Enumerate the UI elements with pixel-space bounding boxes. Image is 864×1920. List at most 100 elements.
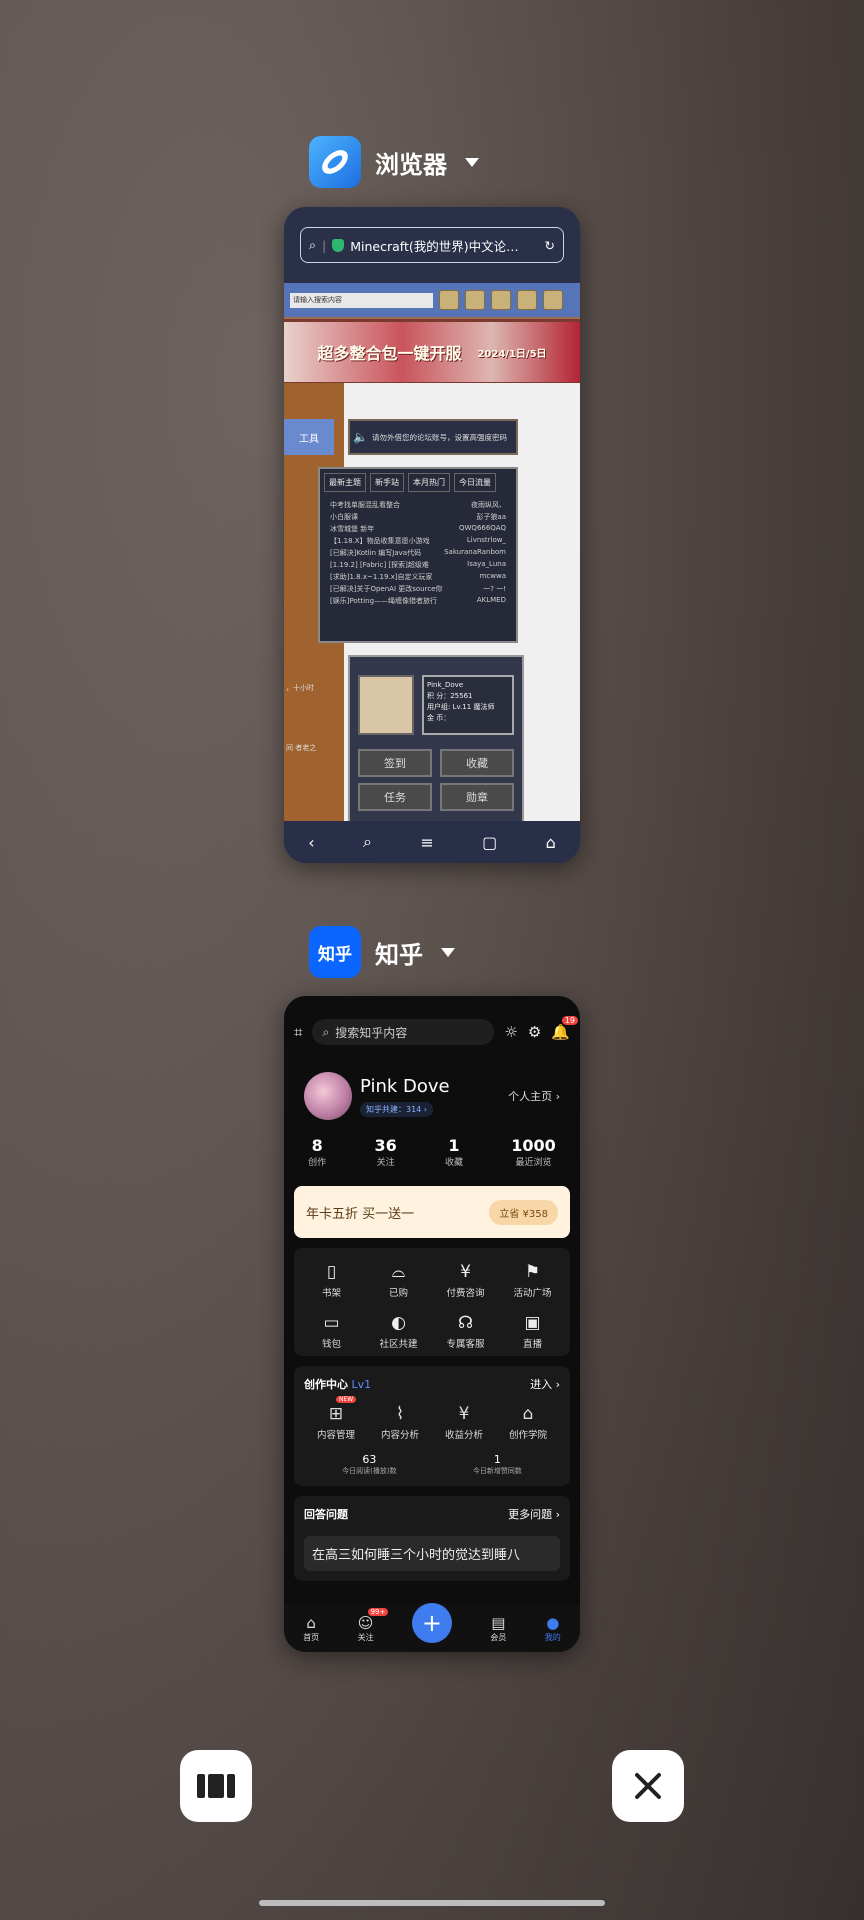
tab-me[interactable]: ● 我的 (545, 1614, 561, 1643)
bag-icon: ⌓ (391, 1262, 406, 1282)
forum-icon[interactable] (491, 290, 511, 310)
homepage-link[interactable]: 个人主页 › (508, 1088, 560, 1104)
browser-preview-card[interactable]: ⌕ | Minecraft(我的世界)中文论… ↻ 请输入搜索内容 超多整合包一… (284, 207, 580, 863)
creator-item-content-analysis[interactable]: ⌇ 内容分析 (368, 1404, 432, 1441)
thread-row[interactable]: [已解决]Kotlin 编写Java代码 SakuranaRanbom (330, 548, 506, 558)
chevron-down-icon[interactable] (465, 157, 479, 167)
reload-icon[interactable]: ↻ (545, 238, 555, 253)
stat-item[interactable]: 1000 最近浏览 (511, 1136, 556, 1168)
browser-nav-bar: ‹ ⌕ ≡ ▢ ⌂ (284, 821, 580, 863)
membership-promo[interactable]: 年卡五折 买一送一 立省 ¥358 (294, 1186, 570, 1238)
forum-search-input[interactable]: 请输入搜索内容 (290, 292, 433, 308)
forum-tab[interactable]: 本月热门 (408, 473, 450, 492)
close-icon (635, 1773, 661, 1799)
today-stat: 1 今日新增赞同数 (472, 1453, 522, 1475)
forum-icon[interactable] (465, 290, 485, 310)
creator-enter-link[interactable]: 进入 › (530, 1376, 560, 1392)
tv-icon: ▣ (524, 1313, 541, 1333)
grid-item-live[interactable]: ▣ 直播 (499, 1313, 566, 1350)
medal-button[interactable]: 勋章 (440, 783, 514, 811)
url-text: Minecraft(我的世界)中文论… (350, 238, 519, 254)
tab-vip[interactable]: ▤ 会员 (490, 1614, 506, 1643)
menu-icon[interactable]: ≡ (420, 833, 433, 852)
stat-item[interactable]: 1 收藏 (445, 1136, 463, 1168)
chevron-down-icon[interactable] (441, 947, 455, 957)
yuan-icon: ¥ (460, 1262, 471, 1282)
profile-name: Pink Dove (360, 1075, 450, 1097)
back-icon[interactable]: ‹ (308, 833, 314, 852)
leaf-icon: ◐ (391, 1313, 406, 1333)
avatar[interactable] (304, 1072, 352, 1120)
forum-tab[interactable]: 新手站 (370, 473, 404, 492)
profile-section[interactable]: Pink Dove 知乎共建：314 › 个人主页 › (284, 1068, 580, 1124)
tab-home[interactable]: ⌂ 首页 (303, 1614, 319, 1643)
thread-row[interactable]: [娱乐]Potting——绳缠像猎者旅行 AKLMED (330, 596, 506, 606)
promo-button[interactable]: 立省 ¥358 (489, 1199, 558, 1225)
favorite-button[interactable]: 收藏 (440, 749, 514, 777)
search-icon[interactable]: ⌕ (363, 832, 372, 852)
stat-item[interactable]: 8 创作 (308, 1136, 326, 1168)
split-view-button[interactable] (180, 1750, 252, 1822)
forum-banner[interactable]: 超多整合包一键开服 2024/1日/5日 (284, 319, 580, 385)
search-icon: ⌕ (322, 1024, 330, 1039)
thread-row[interactable]: [1.19.2] [Fabric] [探索]超级难 Isaya_Luna (330, 560, 506, 570)
today-stat: 63 今日阅读(播放)数 (342, 1453, 397, 1475)
split-view-icon (197, 1774, 235, 1798)
cap-icon: ⌂ (522, 1404, 534, 1424)
forum-icon[interactable] (439, 290, 459, 310)
thread-row[interactable]: 中考找单服混乱看整合 夜雨纵风、 (330, 500, 506, 510)
flag-icon: ⚑ (524, 1262, 541, 1282)
wallet-icon: ▭ (323, 1313, 340, 1333)
creator-item-income[interactable]: ¥ 收益分析 (432, 1404, 496, 1441)
sun-icon[interactable]: ☼ (504, 1023, 517, 1041)
forum-tab[interactable]: 今日流量 (454, 473, 496, 492)
question-item[interactable]: 在高三如何睡三个小时的觉达到睡八 (304, 1536, 560, 1571)
grid-item-purchased[interactable]: ⌓ 已购 (365, 1262, 432, 1299)
close-all-button[interactable] (612, 1750, 684, 1822)
search-icon: ⌕ (309, 237, 317, 252)
home-indicator[interactable] (259, 1900, 605, 1906)
thread-row[interactable]: 【1.18.X】物品收集意愿小游戏 Livnstrlow_ (330, 536, 506, 546)
creator-item-academy[interactable]: ⌂ 创作学院 (496, 1404, 560, 1441)
forum-icon[interactable] (517, 290, 537, 310)
webpage-content: 请输入搜索内容 超多整合包一键开服 2024/1日/5日 工具 ，十小时 间 者… (284, 283, 580, 829)
tab-follow[interactable]: ☺ 99+ 关注 (358, 1607, 389, 1643)
bell-icon[interactable]: 🔔 19 (551, 1016, 578, 1041)
forum-icon[interactable] (543, 290, 563, 310)
create-button[interactable]: + (411, 1603, 452, 1643)
thread-row[interactable]: [已解决]关于OpenAI 更改source你 一? 一! (330, 584, 506, 594)
thread-row[interactable]: [求助]1.8.x~1.19.x]自定义玩家 mcwwa (330, 572, 506, 582)
forum-tab[interactable]: 最新主题 (324, 473, 366, 492)
task-button[interactable]: 任务 (358, 783, 432, 811)
zhihu-app-icon: 知乎 (309, 926, 361, 978)
app-header-zhihu[interactable]: 知乎 知乎 (309, 926, 455, 978)
zhihu-preview-card[interactable]: ⌗ ⌕ 搜索知乎内容 ☼ ⚙ 🔔 19 Pink Dove 知乎共建：314 › … (284, 996, 580, 1652)
creator-item-content-manage[interactable]: ⊞ NEW 内容管理 (304, 1396, 368, 1441)
grid-item-support[interactable]: ☊ 专属客服 (432, 1313, 499, 1350)
more-questions-link[interactable]: 更多问题 › (508, 1506, 560, 1522)
avatar (358, 675, 414, 735)
moneybag-icon: ¥ (458, 1404, 470, 1424)
grid-item-wallet[interactable]: ▭ 钱包 (298, 1313, 365, 1350)
tabs-icon[interactable]: ▢ (482, 833, 497, 852)
thread-row[interactable]: 小白服课 彭子狼aa (330, 512, 506, 522)
creator-center: 创作中心 Lv1 进入 › ⊞ NEW 内容管理 ⌇ 内容分析 ¥ 收益分析 ⌂ 创作学院… (294, 1366, 570, 1486)
app-header-browser[interactable]: 浏览器 (309, 136, 479, 188)
search-input[interactable]: ⌕ 搜索知乎内容 (312, 1019, 495, 1045)
headset-icon: ☊ (457, 1313, 474, 1333)
grid-item-bookshelf[interactable]: ▯ 书架 (298, 1262, 365, 1299)
grid-item-events[interactable]: ⚑ 活动广场 (499, 1262, 566, 1299)
signin-button[interactable]: 签到 (358, 749, 432, 777)
scan-icon[interactable]: ⌗ (294, 1023, 302, 1041)
settings-icon[interactable]: ⚙ (528, 1023, 541, 1041)
grid-item-consult[interactable]: ¥ 付费咨询 (432, 1262, 499, 1299)
home-icon[interactable]: ⌂ (546, 833, 556, 852)
service-grid: ▯ 书架 ⌓ 已购 ¥ 付费咨询 ⚑ 活动广场 ▭ 钱包 ◐ 社区共建 ☊ 专属客服 ▣ 直播 (294, 1248, 570, 1356)
address-bar[interactable]: ⌕ | Minecraft(我的世界)中文论… ↻ (300, 227, 564, 263)
contribution-badge[interactable]: 知乎共建：314 › (360, 1101, 434, 1117)
grid-item-community[interactable]: ◐ 社区共建 (365, 1313, 432, 1350)
thread-row[interactable]: 冰雪城堡 新年 QWQ666QAQ (330, 524, 506, 534)
stat-item[interactable]: 36 关注 (374, 1136, 396, 1168)
forum-notice: 🔈 请勿外借您的论坛账号，设置高强度密码 (348, 419, 518, 455)
chart-icon: ⌇ (395, 1404, 405, 1424)
